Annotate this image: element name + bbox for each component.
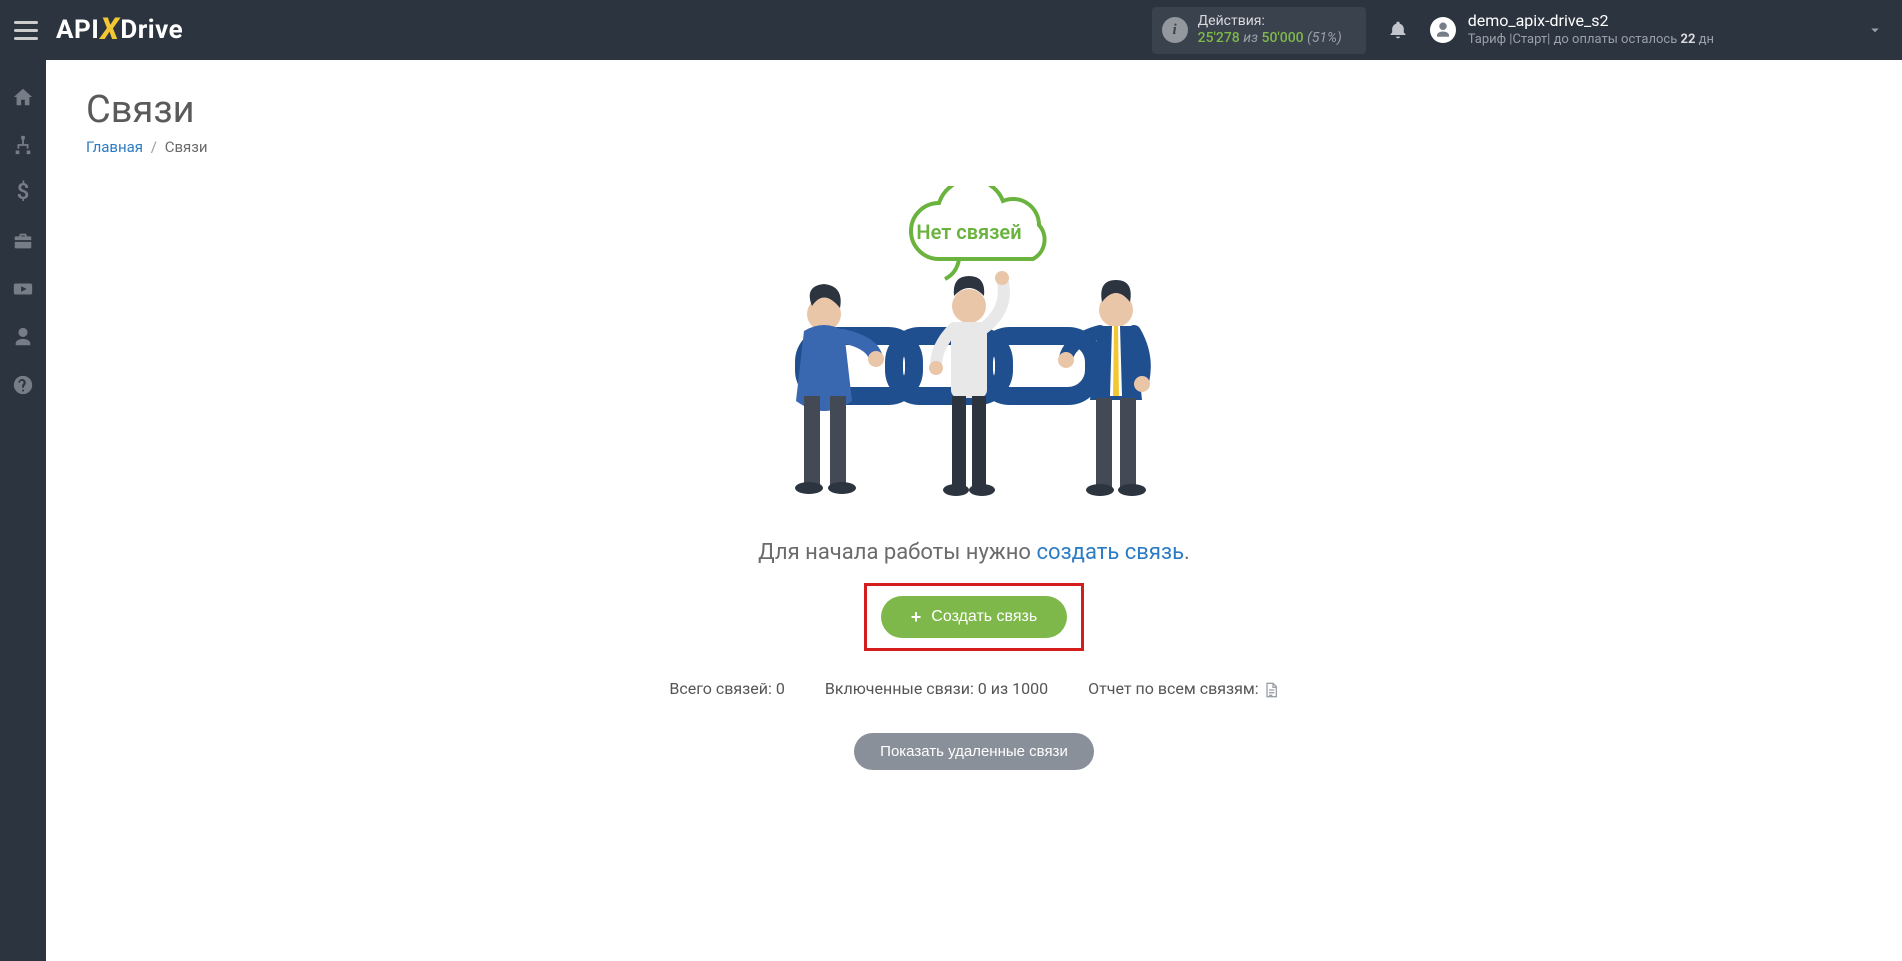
- create-connection-button[interactable]: + Создать связь: [881, 596, 1067, 638]
- actions-iz: из: [1243, 30, 1258, 46]
- user-name: demo_apix-drive_s2: [1468, 11, 1714, 32]
- stat-report: Отчет по всем связям:: [1088, 679, 1279, 699]
- empty-illustration: Нет связей: [764, 186, 1184, 516]
- stats-row: Всего связей: 0 Включенные связи: 0 из 1…: [669, 679, 1278, 699]
- actions-label: Действия:: [1198, 13, 1342, 31]
- info-icon: i: [1162, 17, 1188, 43]
- user-text: demo_apix-drive_s2 Тариф |Старт| до опла…: [1468, 11, 1714, 49]
- user-dropdown[interactable]: demo_apix-drive_s2 Тариф |Старт| до опла…: [1430, 11, 1892, 49]
- show-deleted-button[interactable]: Показать удаленные связи: [854, 733, 1094, 770]
- tariff-suffix: дн: [1695, 32, 1714, 47]
- create-button-label: Создать связь: [931, 608, 1037, 626]
- breadcrumb-home[interactable]: Главная: [86, 138, 143, 156]
- briefcase-icon[interactable]: [12, 230, 34, 252]
- prompt-after: .: [1184, 540, 1190, 565]
- sitemap-icon[interactable]: [12, 134, 34, 156]
- help-icon[interactable]: [12, 374, 34, 396]
- report-document-icon[interactable]: [1263, 681, 1279, 699]
- stat-total: Всего связей: 0: [669, 679, 784, 698]
- tariff-prefix: Тариф |Старт| до оплаты осталось: [1468, 32, 1681, 47]
- breadcrumb: Главная / Связи: [86, 138, 1862, 156]
- header: APIXDrive i Действия: 25'278 из 50'000 (…: [0, 0, 1902, 60]
- logo[interactable]: APIXDrive: [56, 13, 183, 48]
- empty-state: Нет связей: [86, 186, 1862, 770]
- logo-text-drive: Drive: [120, 15, 183, 45]
- actions-text: Действия: 25'278 из 50'000 (51%): [1198, 13, 1342, 48]
- breadcrumb-current: Связи: [165, 138, 208, 156]
- logo-text-x: X: [99, 12, 120, 47]
- actions-total: 50'000: [1261, 30, 1303, 46]
- sidebar: $: [0, 60, 46, 961]
- page-title: Связи: [86, 88, 1862, 132]
- actions-used: 25'278: [1198, 30, 1240, 46]
- logo-text-api: API: [56, 15, 99, 45]
- cloud-text: Нет связей: [916, 220, 1021, 244]
- user-icon[interactable]: [12, 326, 34, 348]
- tariff-days: 22: [1681, 32, 1696, 47]
- youtube-icon[interactable]: [12, 278, 34, 300]
- stat-enabled: Включенные связи: 0 из 1000: [825, 679, 1048, 698]
- bell-icon[interactable]: [1388, 19, 1408, 41]
- breadcrumb-sep: /: [147, 138, 161, 156]
- main-content: Связи Главная / Связи Нет связей: [46, 60, 1902, 810]
- prompt-before: Для начала работы нужно: [758, 540, 1036, 565]
- actions-usage[interactable]: i Действия: 25'278 из 50'000 (51%): [1152, 7, 1366, 54]
- prompt-link[interactable]: создать связь: [1036, 540, 1184, 565]
- create-button-highlight: + Создать связь: [864, 583, 1084, 651]
- menu-toggle[interactable]: [14, 18, 38, 42]
- prompt-text: Для начала работы нужно создать связь.: [758, 540, 1190, 565]
- home-icon[interactable]: [12, 86, 34, 108]
- plus-icon: +: [911, 608, 922, 626]
- chevron-down-icon: [1866, 21, 1884, 39]
- actions-pct: (51%): [1307, 30, 1342, 46]
- avatar-icon: [1430, 17, 1456, 43]
- dollar-icon[interactable]: $: [17, 182, 30, 204]
